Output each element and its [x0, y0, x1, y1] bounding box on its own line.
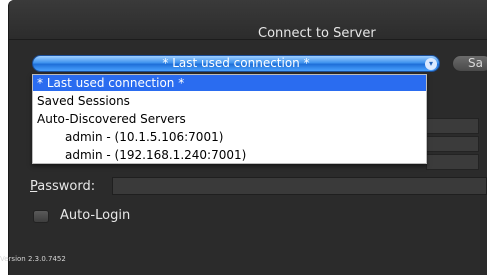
menu-item-server[interactable]: admin - (192.168.1.240:7001) — [33, 147, 426, 163]
login-field[interactable] — [426, 154, 479, 170]
titlebar — [9, 0, 487, 40]
connection-select[interactable]: * Last used connection * ▾ — [32, 55, 440, 72]
password-label: Password: — [30, 179, 95, 194]
menu-item-server[interactable]: admin - (10.1.5.106:7001) — [33, 129, 426, 145]
connection-select-value: * Last used connection * — [162, 56, 310, 70]
password-input[interactable] — [112, 177, 487, 195]
auto-login-label[interactable]: Auto-Login — [60, 208, 130, 223]
save-button[interactable]: Sa — [452, 55, 487, 72]
menu-item-saved-sessions[interactable]: Saved Sessions — [33, 93, 426, 109]
password-label-rest: assword: — [37, 179, 96, 194]
host-field[interactable] — [426, 118, 479, 134]
connection-dropdown-menu: * Last used connection * Saved Sessions … — [32, 74, 427, 164]
chevron-down-icon: ▾ — [425, 58, 437, 70]
port-field[interactable] — [426, 136, 479, 152]
auto-login-checkbox[interactable] — [33, 210, 49, 223]
menu-item-last-used[interactable]: * Last used connection * — [33, 75, 426, 91]
version-label: Version 2.3.0.7452 — [0, 255, 66, 263]
window-title: Connect to Server — [258, 26, 376, 41]
menu-item-auto-discovered[interactable]: Auto-Discovered Servers — [33, 111, 426, 127]
